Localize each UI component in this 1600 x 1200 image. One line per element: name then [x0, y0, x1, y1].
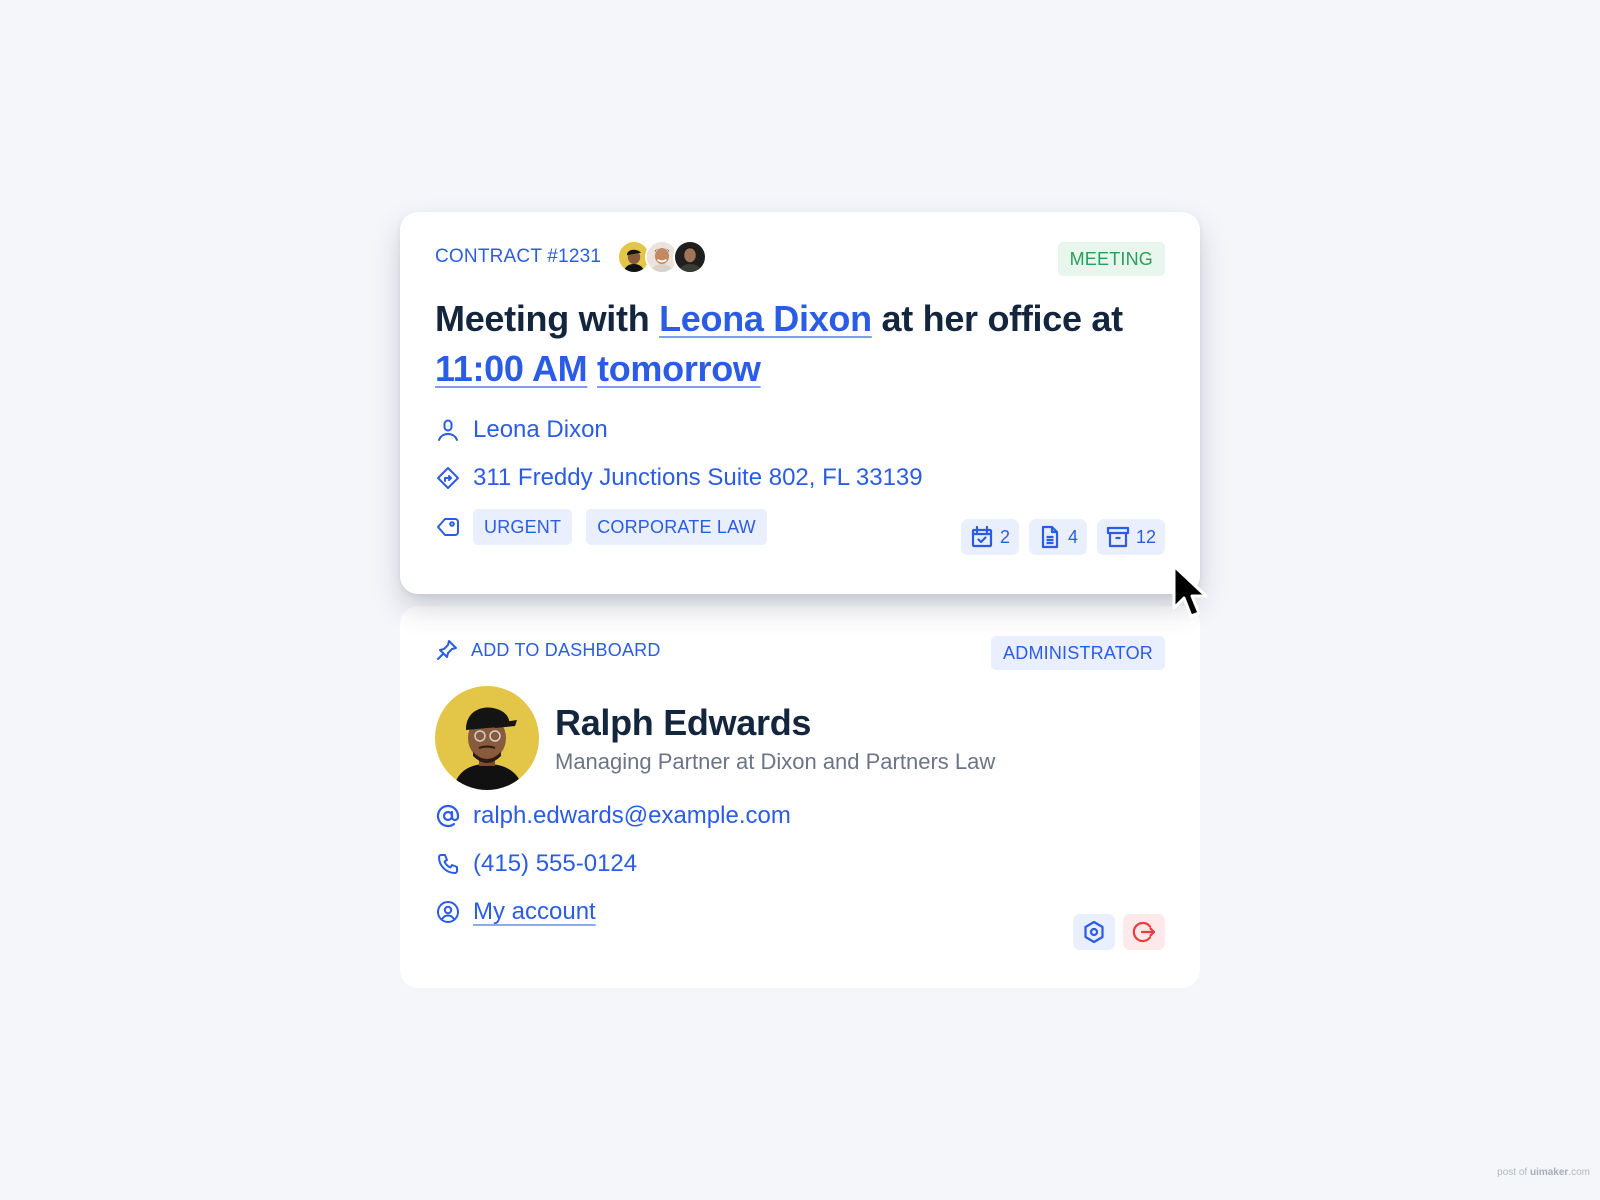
- email-row: ralph.edwards@example.com: [435, 802, 791, 830]
- address-row: 311 Freddy Junctions Suite 802, FL 33139: [435, 464, 923, 492]
- directions-icon: [435, 465, 461, 491]
- avatar[interactable]: [435, 686, 539, 790]
- tasks-counter[interactable]: 2: [960, 519, 1019, 555]
- watermark-prefix: post of: [1497, 1167, 1530, 1178]
- contact-name[interactable]: Leona Dixon: [473, 416, 608, 444]
- day-link[interactable]: tomorrow: [597, 348, 761, 389]
- watermark-brand: uimaker: [1529, 1167, 1569, 1178]
- mouse-cursor-icon: [1172, 564, 1208, 618]
- profile-name: Ralph Edwards: [555, 702, 812, 743]
- participant-avatar[interactable]: [673, 240, 708, 274]
- profile-job-title: Managing Partner at Dixon and Partners L…: [555, 749, 996, 774]
- tasks-count: 2: [999, 526, 1010, 547]
- time-link[interactable]: 11:00 AM: [435, 348, 588, 389]
- event-type-badge: MEETING: [1057, 242, 1165, 276]
- address-text[interactable]: 311 Freddy Junctions Suite 802, FL 33139: [473, 464, 923, 492]
- logout-icon: [1132, 921, 1156, 943]
- documents-counter[interactable]: 4: [1028, 519, 1087, 555]
- documents-count: 4: [1067, 526, 1078, 547]
- settings-hexagon-icon: [1084, 920, 1104, 944]
- profile-actions: [1065, 914, 1165, 950]
- user-circle-icon: [435, 899, 461, 925]
- contract-header: CONTRACT #1231: [435, 240, 708, 274]
- document-icon: [1041, 525, 1059, 549]
- title-text: at her office at: [871, 298, 1124, 339]
- profile-header: Ralph Edwards Managing Partner at Dixon …: [435, 686, 995, 790]
- person-link[interactable]: Leona Dixon: [659, 298, 872, 339]
- at-sign-icon: [435, 803, 461, 829]
- contact-row: Leona Dixon: [435, 416, 608, 444]
- role-badge: ADMINISTRATOR: [991, 636, 1165, 670]
- tag-urgent[interactable]: URGENT: [473, 509, 573, 545]
- calendar-check-icon: [971, 525, 993, 548]
- contract-card[interactable]: CONTRACT #1231 MEETING Meeting with Leon…: [400, 212, 1200, 594]
- settings-button[interactable]: [1073, 914, 1115, 950]
- watermark-suffix: .com: [1568, 1167, 1590, 1178]
- participant-avatars: [617, 240, 708, 274]
- tag-corporate-law[interactable]: CORPORATE LAW: [586, 509, 767, 545]
- phone-row: (415) 555-0124: [435, 850, 637, 878]
- email-link[interactable]: ralph.edwards@example.com: [473, 802, 791, 830]
- add-to-dashboard-button[interactable]: ADD TO DASHBOARD: [435, 638, 661, 662]
- add-to-dashboard-label: ADD TO DASHBOARD: [471, 639, 661, 660]
- contract-number: CONTRACT #1231: [435, 246, 602, 267]
- tags-row: URGENT CORPORATE LAW: [435, 509, 781, 545]
- account-row: My account: [435, 898, 596, 926]
- meeting-title: Meeting with Leona Dixon at her office a…: [435, 294, 1155, 394]
- user-icon: [435, 417, 461, 443]
- archive-icon: [1106, 526, 1130, 548]
- archive-count: 12: [1135, 526, 1156, 547]
- tag-icon: [435, 514, 461, 540]
- phone-icon: [435, 851, 461, 877]
- title-text: Meeting with: [435, 298, 660, 339]
- logout-button[interactable]: [1123, 914, 1165, 950]
- title-text: [587, 348, 597, 389]
- pin-icon: [437, 640, 457, 660]
- profile-card: ADD TO DASHBOARD ADMINISTRATOR Ralph Edw…: [400, 606, 1200, 988]
- watermark: post of uimaker.com: [1497, 1167, 1590, 1178]
- phone-link[interactable]: (415) 555-0124: [473, 850, 637, 878]
- counters: 2 4 12: [951, 519, 1165, 555]
- archive-counter[interactable]: 12: [1096, 519, 1165, 555]
- my-account-link[interactable]: My account: [473, 898, 596, 926]
